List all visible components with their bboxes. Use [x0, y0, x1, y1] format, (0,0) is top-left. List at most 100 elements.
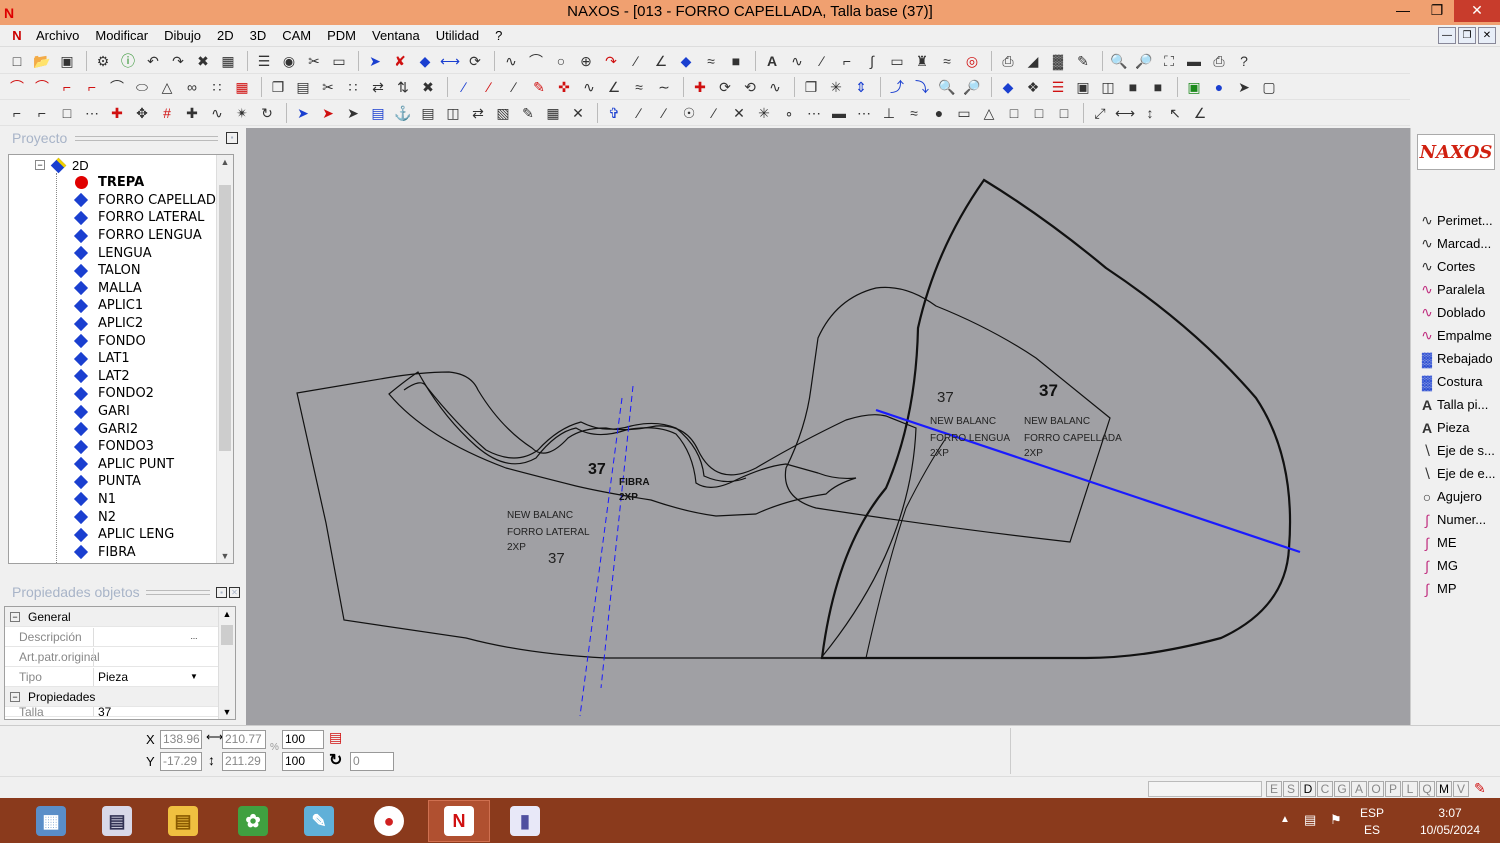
cycle2-icon[interactable]: ⟲ — [739, 76, 761, 98]
section-propiedades[interactable]: − Propiedades — [5, 687, 235, 707]
grid2-icon[interactable]: ▦ — [542, 102, 564, 124]
table-icon[interactable]: ▤ — [417, 102, 439, 124]
tree-item[interactable]: FONDO3 — [73, 438, 225, 456]
snap-toggle[interactable]: C — [1317, 781, 1333, 797]
width-field[interactable]: 210.77 — [222, 730, 266, 749]
art-patr-field[interactable] — [93, 647, 201, 666]
diamond-icon[interactable]: ◆ — [414, 50, 436, 72]
snap-toggle[interactable]: M — [1436, 781, 1452, 797]
page-icon[interactable]: □ — [56, 102, 78, 124]
move-icon[interactable]: ⟷ — [439, 50, 461, 72]
menu-utilidad[interactable]: Utilidad — [428, 28, 487, 43]
merge-icon[interactable]: ⤴ — [886, 76, 908, 98]
ruler2-icon[interactable]: ▬ — [828, 102, 850, 124]
forro-lengua-inner[interactable] — [403, 382, 747, 483]
corner-red2-icon[interactable]: ⌐ — [81, 76, 103, 98]
node-icon[interactable]: ◆ — [675, 50, 697, 72]
zoom-icon[interactable]: 🔍 — [936, 76, 958, 98]
arrow-group-icon[interactable]: ➤ — [292, 102, 314, 124]
rectangle-icon[interactable]: ▭ — [886, 50, 908, 72]
language-indicator[interactable]: ESP ES — [1360, 805, 1384, 839]
layers-icon[interactable]: ☰ — [253, 50, 275, 72]
selected-segment[interactable] — [875, 408, 1301, 554]
menu-3d[interactable]: 3D — [242, 28, 275, 43]
maximize-button[interactable]: ❐ — [1420, 0, 1454, 22]
collapse-icon[interactable]: − — [10, 691, 20, 702]
height-field[interactable]: 211.29 — [222, 752, 266, 771]
dashed-icon[interactable]: ⋯ — [81, 102, 103, 124]
snap-toggle[interactable]: G — [1334, 781, 1350, 797]
image-icon[interactable]: ▣ — [1183, 76, 1205, 98]
right-tool-item[interactable]: ∿ Empalme — [1417, 324, 1496, 347]
taskbar-calculator[interactable]: ▦ — [20, 800, 82, 842]
tree-item[interactable]: TALON — [73, 262, 225, 280]
tree-item[interactable]: APLIC PUNT — [73, 456, 225, 474]
tree-item[interactable]: FORRO LENGUA — [73, 227, 225, 245]
diag2-icon[interactable]: ∕ — [653, 102, 675, 124]
taskbar-app[interactable]: ▮ — [494, 800, 556, 842]
section-general[interactable]: − General — [5, 607, 235, 627]
right-tool-item[interactable]: ∿ Doblado — [1417, 301, 1496, 324]
forro-capellada-inner-line[interactable] — [865, 437, 947, 659]
curve3-icon[interactable]: ≈ — [936, 50, 958, 72]
pin2-icon[interactable]: ▪ — [216, 586, 227, 598]
tree-item[interactable]: LAT2 — [73, 368, 225, 386]
open-folder-icon[interactable]: 📂 — [31, 50, 53, 72]
hatch-icon[interactable]: ▧ — [492, 102, 514, 124]
shape-icon[interactable]: △ — [978, 102, 1000, 124]
right-tool-item[interactable]: A Pieza — [1417, 416, 1496, 439]
cycle-icon[interactable]: ⟳ — [714, 76, 736, 98]
panel-close-icon[interactable]: ✕ — [229, 586, 240, 598]
tree-item[interactable]: N2 — [73, 508, 225, 526]
cylinder-icon[interactable]: ▭ — [953, 102, 975, 124]
nodes-icon[interactable]: ∷ — [342, 76, 364, 98]
naxos-menu-icon[interactable]: N — [6, 28, 28, 43]
snap-toggle[interactable]: A — [1351, 781, 1367, 797]
diamond2-icon[interactable]: ◆ — [997, 76, 1019, 98]
tree-item[interactable]: TREPA — [73, 174, 225, 192]
eraser-icon[interactable]: ▭ — [328, 50, 350, 72]
menu-help[interactable]: ? — [487, 28, 510, 43]
right-tool-item[interactable]: ∫ MG — [1417, 554, 1496, 577]
redo-icon[interactable]: ↷ — [167, 50, 189, 72]
duplicate-icon[interactable]: ❐ — [800, 76, 822, 98]
right-tool-item[interactable]: ∖ Eje de s... — [1417, 439, 1496, 462]
pin-icon[interactable]: ✞ — [603, 102, 625, 124]
new-file-icon[interactable]: □ — [6, 50, 28, 72]
perp-icon[interactable]: ⊥ — [878, 102, 900, 124]
tree-item[interactable]: FORRO LATERAL — [73, 209, 225, 227]
fibra-axis-line[interactable] — [579, 397, 623, 717]
arrow-red-icon[interactable]: ➤ — [317, 102, 339, 124]
zoom-out-icon[interactable]: 🔎 — [1133, 50, 1155, 72]
cross-red-icon[interactable]: ✚ — [106, 102, 128, 124]
arc-red2-icon[interactable]: ⌒ — [31, 76, 53, 98]
properties-scrollbar[interactable]: ▲ ▼ — [218, 607, 235, 719]
snap-settings-icon[interactable]: ✎ — [1474, 780, 1486, 797]
tree-item[interactable]: FONDO2 — [73, 385, 225, 403]
spiral-icon[interactable]: ∞ — [181, 76, 203, 98]
tree-item[interactable]: PUNTA — [73, 473, 225, 491]
circle-dot-icon[interactable]: ☉ — [678, 102, 700, 124]
ellipse-icon[interactable]: ⬭ — [131, 76, 153, 98]
scribble-icon[interactable]: ∿ — [764, 76, 786, 98]
collapse-icon[interactable]: − — [35, 160, 45, 170]
right-tool-item[interactable]: ▓ Costura — [1417, 370, 1496, 393]
right-tool-item[interactable]: ∿ Perimet... — [1417, 209, 1496, 232]
point-icon[interactable]: ⊕ — [575, 50, 597, 72]
tree-item[interactable]: APLIC2 — [73, 315, 225, 333]
flag-icon[interactable]: ⚑ — [1330, 812, 1342, 828]
snap-toggle[interactable]: E — [1266, 781, 1282, 797]
fibra-axis-line-2[interactable] — [600, 385, 634, 689]
box2-icon[interactable]: □ — [1028, 102, 1050, 124]
refresh-icon[interactable]: ↻ — [256, 102, 278, 124]
tree-item[interactable]: GARI — [73, 403, 225, 421]
box3-icon[interactable]: □ — [1053, 102, 1075, 124]
polyline-icon[interactable]: ∠ — [650, 50, 672, 72]
cut-icon[interactable]: ✂ — [317, 76, 339, 98]
close-button[interactable]: ✕ — [1454, 0, 1500, 22]
tree-item[interactable]: LAT1 — [73, 350, 225, 368]
scroll-down-icon[interactable]: ▼ — [217, 551, 233, 561]
network-icon[interactable]: ▤ — [1304, 812, 1316, 828]
lengua-outline[interactable] — [784, 286, 1111, 543]
xmark-icon[interactable]: ✕ — [728, 102, 750, 124]
